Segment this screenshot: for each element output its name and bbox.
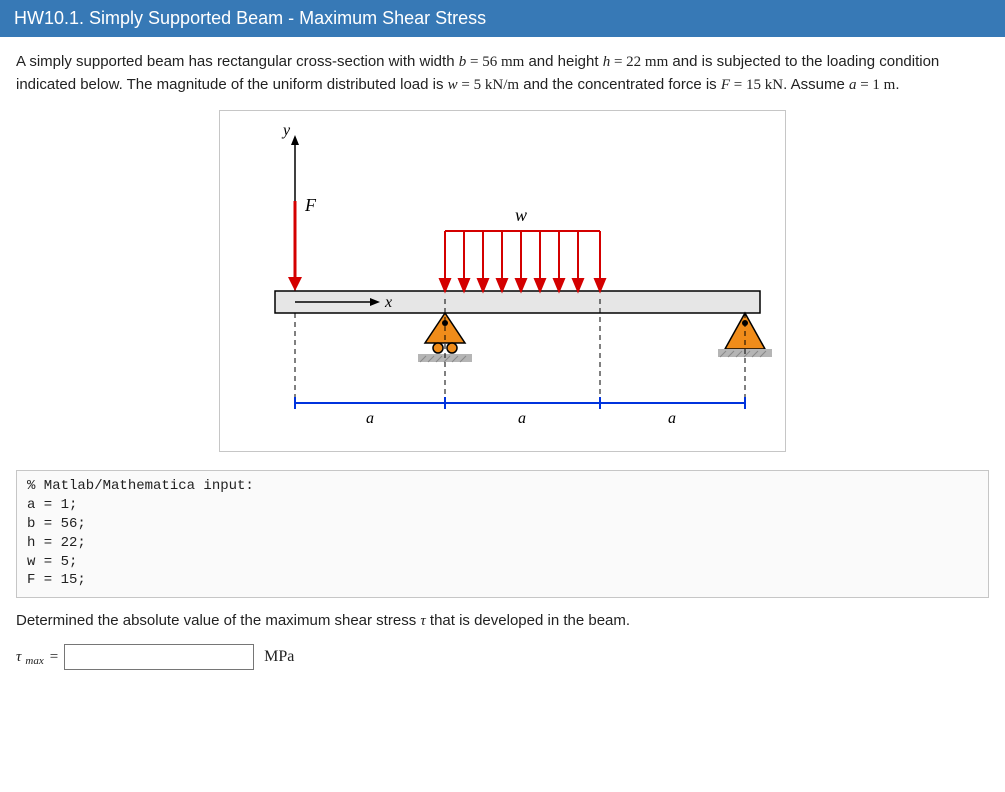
- label-w: w: [515, 205, 527, 225]
- answer-symbol: τ: [16, 649, 21, 666]
- code-line: b = 56;: [27, 516, 86, 532]
- eq: =: [466, 54, 482, 70]
- label-F: F: [304, 195, 317, 215]
- equals: =: [50, 649, 58, 666]
- problem-statement: A simply supported beam has rectangular …: [16, 51, 989, 96]
- label-y: y: [281, 122, 291, 139]
- val-b: 56 mm: [482, 54, 524, 70]
- tau-max-input[interactable]: [64, 644, 254, 670]
- val-F: 15 kN: [746, 77, 783, 93]
- text: and height: [524, 53, 602, 70]
- text: and the concentrated force is: [519, 76, 721, 93]
- val-h: 22 mm: [626, 54, 668, 70]
- label-a1: a: [366, 410, 374, 427]
- code-line: a = 1;: [27, 497, 77, 513]
- beam-diagram: y x F w: [219, 110, 786, 452]
- val-a: 1 m: [872, 77, 895, 93]
- answer-unit: MPa: [264, 648, 294, 666]
- text: that is developed in the beam.: [426, 612, 630, 629]
- code-line: F = 15;: [27, 572, 86, 588]
- content-area: A simply supported beam has rectangular …: [0, 37, 1005, 690]
- question-prompt: Determined the absolute value of the max…: [16, 612, 989, 630]
- text: .: [895, 76, 899, 93]
- label-a2: a: [518, 410, 526, 427]
- code-box: % Matlab/Mathematica input: a = 1; b = 5…: [16, 470, 989, 598]
- val-w: 5 kN/m: [474, 77, 519, 93]
- eq: =: [730, 77, 746, 93]
- page-title: HW10.1. Simply Supported Beam - Maximum …: [14, 8, 486, 28]
- diagram-container: y x F w: [16, 110, 989, 452]
- var-F: F: [721, 77, 730, 93]
- page-header: HW10.1. Simply Supported Beam - Maximum …: [0, 0, 1005, 37]
- answer-subscript: max: [25, 655, 43, 667]
- eq: =: [458, 77, 474, 93]
- code-line: % Matlab/Mathematica input:: [27, 478, 254, 494]
- label-x: x: [384, 294, 392, 311]
- code-line: h = 22;: [27, 535, 86, 551]
- text: . Assume: [783, 76, 849, 93]
- text: Determined the absolute value of the max…: [16, 612, 420, 629]
- eq: =: [610, 54, 626, 70]
- answer-row: τmax = MPa: [16, 644, 989, 670]
- var-w: w: [448, 77, 458, 93]
- label-a3: a: [668, 410, 676, 427]
- eq: =: [856, 77, 872, 93]
- text: A simply supported beam has rectangular …: [16, 53, 459, 70]
- code-line: w = 5;: [27, 554, 77, 570]
